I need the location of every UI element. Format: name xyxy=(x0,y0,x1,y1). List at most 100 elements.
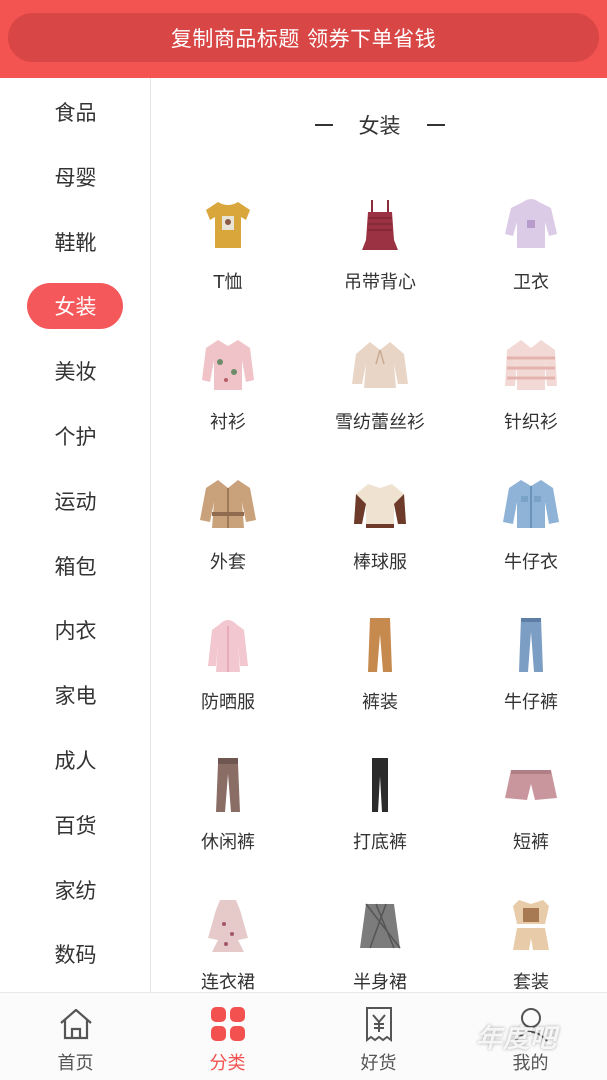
category-label: 套装 xyxy=(513,972,549,992)
tab-label: 好货 xyxy=(360,1053,397,1074)
category-label: 衬衫 xyxy=(210,412,246,433)
section-title-text: 女装 xyxy=(358,114,401,138)
sidebar-item-personal-care[interactable]: 个护 xyxy=(0,413,151,459)
category-label: 牛仔衣 xyxy=(504,552,558,573)
category-label: 雪纺蕾丝衫 xyxy=(335,412,425,433)
sidebar-item-label: 鞋靴 xyxy=(54,231,97,255)
category-label: 牛仔裤 xyxy=(504,692,558,713)
outfit-set-icon xyxy=(499,892,563,956)
tab-label: 首页 xyxy=(57,1053,94,1074)
category-item-baseball-jacket[interactable]: 棒球服 xyxy=(304,466,456,586)
sidebar-item-shoes[interactable]: 鞋靴 xyxy=(0,219,151,265)
baseball-jacket-icon xyxy=(348,472,412,536)
sidebar-item-label: 美妆 xyxy=(54,360,97,384)
tab-home[interactable]: 首页 xyxy=(0,993,151,1080)
section-title: 女装 xyxy=(152,110,607,140)
sidebar-item-bags[interactable]: 箱包 xyxy=(0,543,151,589)
t-shirt-icon xyxy=(196,192,260,256)
category-sidebar: 食品 母婴 鞋靴 女装 美妆 个护 运动 箱包 内衣 家电 成人 百货 家纺 数… xyxy=(0,78,151,992)
sidebar-item-label: 个护 xyxy=(54,425,97,449)
leggings-icon xyxy=(348,752,412,816)
sidebar-item-food[interactable]: 食品 xyxy=(0,89,151,135)
category-label: 连衣裙 xyxy=(201,972,255,992)
sidebar-item-adult[interactable]: 成人 xyxy=(0,737,151,783)
sidebar-item-baby[interactable]: 母婴 xyxy=(0,154,151,200)
sidebar-item-label: 百货 xyxy=(54,814,97,838)
banner-text: 复制商品标题 领券下单省钱 xyxy=(170,26,437,51)
category-label: 卫衣 xyxy=(513,272,549,293)
category-item-knit-sweater[interactable]: 针织衫 xyxy=(455,326,607,446)
sidebar-item-digital[interactable]: 数码 xyxy=(0,931,151,977)
sidebar-item-womens-clothing[interactable]: 女装 xyxy=(0,283,151,329)
trousers-icon xyxy=(348,612,412,676)
top-banner: 复制商品标题 领券下单省钱 xyxy=(0,0,607,78)
sidebar-item-label: 食品 xyxy=(54,101,97,125)
hoodie-icon xyxy=(499,192,563,256)
sidebar-item-general-goods[interactable]: 百货 xyxy=(0,802,151,848)
sidebar-item-label: 女装 xyxy=(54,295,97,319)
sidebar-item-appliances[interactable]: 家电 xyxy=(0,672,151,718)
sidebar-item-label: 家纺 xyxy=(54,879,97,903)
category-item-shirt[interactable]: 衬衫 xyxy=(152,326,304,446)
home-icon xyxy=(57,1005,95,1043)
title-dash-right xyxy=(426,124,445,126)
sidebar-item-underwear[interactable]: 内衣 xyxy=(0,607,151,653)
category-item-shorts[interactable]: 短裤 xyxy=(455,746,607,866)
tab-category[interactable]: 分类 xyxy=(152,993,303,1080)
sidebar-item-sports[interactable]: 运动 xyxy=(0,478,151,524)
category-item-tshirt[interactable]: T恤 xyxy=(152,186,304,306)
category-content: 女装 T恤 吊带背心 卫衣 衬衫 雪纺蕾丝衫 针织衫 外套 棒球服 牛仔衣 防晒… xyxy=(152,78,607,992)
category-item-hoodie[interactable]: 卫衣 xyxy=(455,186,607,306)
sidebar-item-label: 母婴 xyxy=(54,166,97,190)
category-item-chiffon-blouse[interactable]: 雪纺蕾丝衫 xyxy=(304,326,456,446)
tab-deals[interactable]: 好货 xyxy=(303,993,454,1080)
tab-label: 分类 xyxy=(209,1053,246,1074)
denim-jacket-icon xyxy=(499,472,563,536)
category-item-dress[interactable]: 连衣裙 xyxy=(152,886,304,992)
jeans-icon xyxy=(499,612,563,676)
category-item-skirt[interactable]: 半身裙 xyxy=(304,886,456,992)
category-label: 休闲裤 xyxy=(201,832,255,853)
coat-icon xyxy=(196,472,260,536)
category-item-coat[interactable]: 外套 xyxy=(152,466,304,586)
watermark-logo: 年度吧 xyxy=(476,1024,558,1054)
category-label: 裤装 xyxy=(362,692,398,713)
sidebar-item-label: 箱包 xyxy=(54,555,97,579)
category-item-casual-pants[interactable]: 休闲裤 xyxy=(152,746,304,866)
category-label: T恤 xyxy=(213,272,243,293)
category-item-outfit-set[interactable]: 套装 xyxy=(455,886,607,992)
camisole-icon xyxy=(348,192,412,256)
category-label: 半身裙 xyxy=(353,972,407,992)
sidebar-item-label: 运动 xyxy=(54,490,97,514)
category-item-denim-jacket[interactable]: 牛仔衣 xyxy=(455,466,607,586)
category-item-leggings[interactable]: 打底裤 xyxy=(304,746,456,866)
dress-icon xyxy=(196,892,260,956)
sidebar-item-label: 家电 xyxy=(54,684,97,708)
category-label: 外套 xyxy=(210,552,246,573)
shorts-icon xyxy=(499,752,563,816)
sidebar-item-label: 成人 xyxy=(54,749,97,773)
category-item-jeans[interactable]: 牛仔裤 xyxy=(455,606,607,726)
casual-pants-icon xyxy=(196,752,260,816)
sun-protection-coat-icon xyxy=(196,612,260,676)
sidebar-item-beauty[interactable]: 美妆 xyxy=(0,348,151,394)
skirt-icon xyxy=(348,892,412,956)
sidebar-item-label: 数码 xyxy=(54,943,97,967)
category-label: 针织衫 xyxy=(504,412,558,433)
copy-title-banner-button[interactable]: 复制商品标题 领券下单省钱 xyxy=(8,13,599,62)
category-label: 棒球服 xyxy=(353,552,407,573)
category-label: 吊带背心 xyxy=(344,272,416,293)
category-label: 打底裤 xyxy=(353,832,407,853)
sidebar-item-label: 内衣 xyxy=(54,619,97,643)
category-item-trousers[interactable]: 裤装 xyxy=(304,606,456,726)
title-dash-left xyxy=(314,124,333,126)
shirt-icon xyxy=(196,332,260,396)
category-label: 短裤 xyxy=(513,832,549,853)
sidebar-item-home-textiles[interactable]: 家纺 xyxy=(0,867,151,913)
category-label: 防晒服 xyxy=(201,692,255,713)
voucher-icon xyxy=(360,1005,398,1043)
knit-sweater-icon xyxy=(499,332,563,396)
chiffon-blouse-icon xyxy=(348,332,412,396)
category-item-sun-protection-coat[interactable]: 防晒服 xyxy=(152,606,304,726)
category-item-camisole[interactable]: 吊带背心 xyxy=(304,186,456,306)
